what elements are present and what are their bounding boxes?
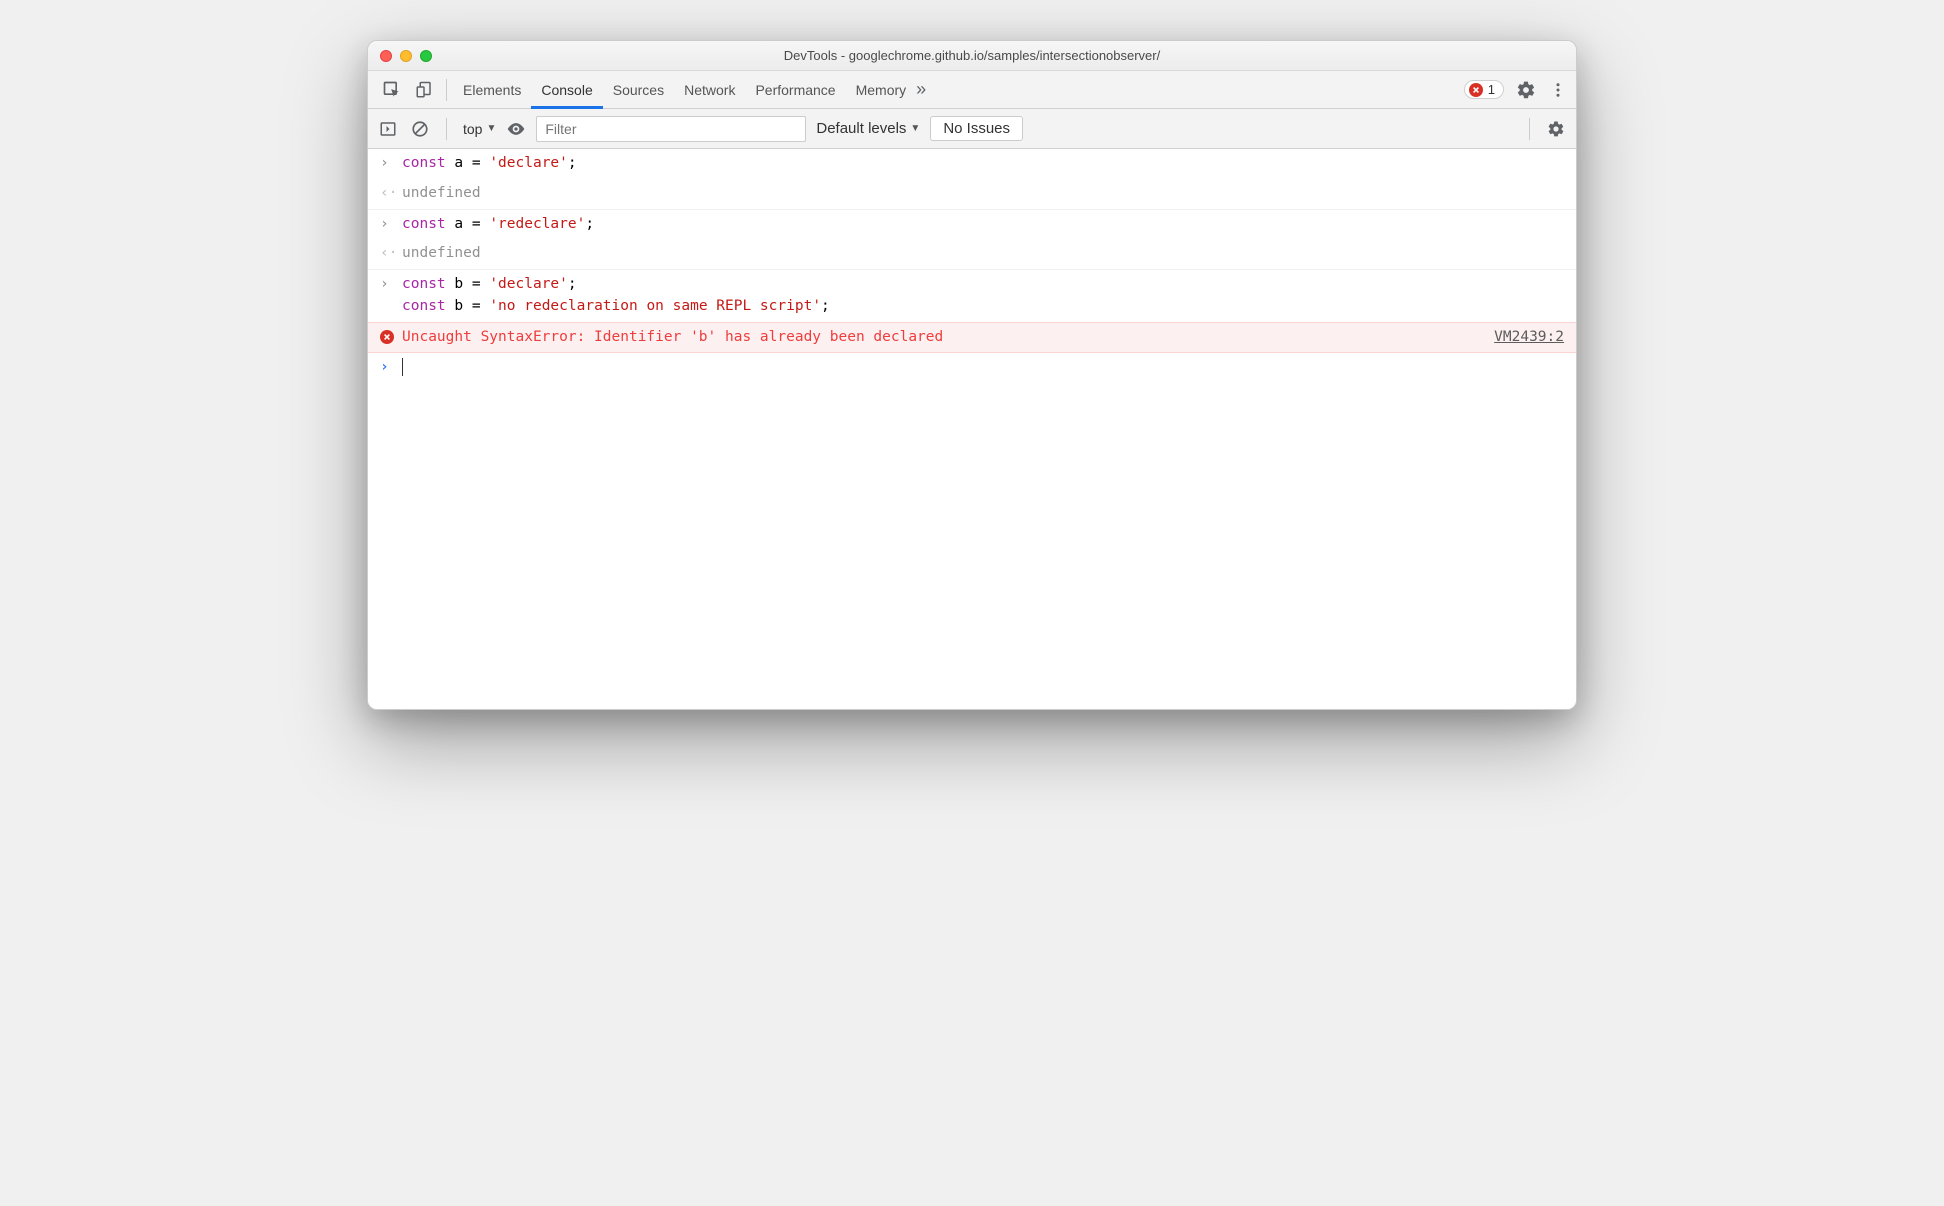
divider [1529, 118, 1530, 140]
tab-memory[interactable]: Memory [846, 71, 917, 109]
console-code: const a = 'declare'; [402, 153, 1564, 175]
console-settings-icon[interactable] [1546, 119, 1566, 139]
chevron-down-icon: ▼ [910, 123, 920, 134]
sidebar-toggle-icon[interactable] [378, 119, 398, 139]
input-chevron-icon: › [380, 214, 389, 236]
panel-tabbar: Elements Console Sources Network Perform… [368, 71, 1576, 109]
error-count: 1 [1488, 82, 1495, 97]
console-input-row: › const b = 'declare'; const b = 'no rede… [368, 270, 1576, 322]
zoom-window-button[interactable] [420, 50, 432, 62]
close-window-button[interactable] [380, 50, 392, 62]
titlebar: DevTools - googlechrome.github.io/sample… [368, 41, 1576, 71]
window-title: DevTools - googlechrome.github.io/sample… [368, 48, 1576, 63]
console-input-row: › const a = 'redeclare'; [368, 210, 1576, 240]
tab-performance[interactable]: Performance [745, 71, 845, 109]
minimize-window-button[interactable] [400, 50, 412, 62]
live-expression-icon[interactable] [506, 119, 526, 139]
traffic-lights [380, 50, 432, 62]
console-prompt-row[interactable]: › [368, 353, 1576, 383]
log-levels-selector[interactable]: Default levels ▼ [816, 120, 920, 137]
console-toolbar: top ▼ Default levels ▼ No Issues [368, 109, 1576, 149]
prompt-chevron-icon: › [380, 357, 389, 379]
console-code: const a = 'redeclare'; [402, 214, 1564, 236]
output-chevron-icon: ‹· [380, 183, 397, 205]
kebab-menu-icon[interactable] [1548, 80, 1568, 100]
device-toolbar-icon[interactable] [414, 80, 434, 100]
inspect-icon[interactable] [382, 80, 402, 100]
levels-label: Default levels [816, 120, 906, 137]
output-chevron-icon: ‹· [380, 243, 397, 265]
error-icon [380, 330, 394, 344]
console-result: undefined [402, 243, 1564, 265]
console-output: ›const a = 'declare';‹·undefined›const a… [368, 149, 1576, 709]
tab-sources[interactable]: Sources [603, 71, 674, 109]
chevron-down-icon: ▼ [486, 123, 496, 134]
console-result: undefined [402, 183, 1564, 205]
console-code: const b = 'declare'; const b = 'no redec… [402, 274, 1564, 318]
console-output-row: ‹·undefined [368, 239, 1576, 270]
console-input[interactable] [402, 357, 1564, 379]
divider [446, 118, 447, 140]
settings-icon[interactable] [1516, 80, 1536, 100]
clear-console-icon[interactable] [410, 119, 430, 139]
divider [446, 79, 447, 101]
context-label: top [463, 121, 482, 137]
tab-console[interactable]: Console [531, 71, 602, 109]
more-tabs-icon[interactable]: » [916, 79, 926, 100]
error-count-badge[interactable]: 1 [1464, 80, 1504, 99]
context-selector[interactable]: top ▼ [463, 121, 496, 137]
input-chevron-icon: › [380, 153, 389, 175]
issues-button[interactable]: No Issues [930, 116, 1023, 141]
error-icon [1469, 83, 1483, 97]
filter-input[interactable] [536, 116, 806, 142]
error-message: Uncaught SyntaxError: Identifier 'b' has… [402, 327, 1494, 349]
tab-elements[interactable]: Elements [453, 71, 531, 109]
console-output-row: ‹·undefined [368, 179, 1576, 210]
console-error-row: Uncaught SyntaxError: Identifier 'b' has… [368, 322, 1576, 354]
devtools-window: DevTools - googlechrome.github.io/sample… [367, 40, 1577, 710]
console-input-row: › const a = 'declare'; [368, 149, 1576, 179]
error-source-link[interactable]: VM2439:2 [1494, 327, 1564, 349]
input-chevron-icon: › [380, 274, 389, 318]
tab-network[interactable]: Network [674, 71, 745, 109]
